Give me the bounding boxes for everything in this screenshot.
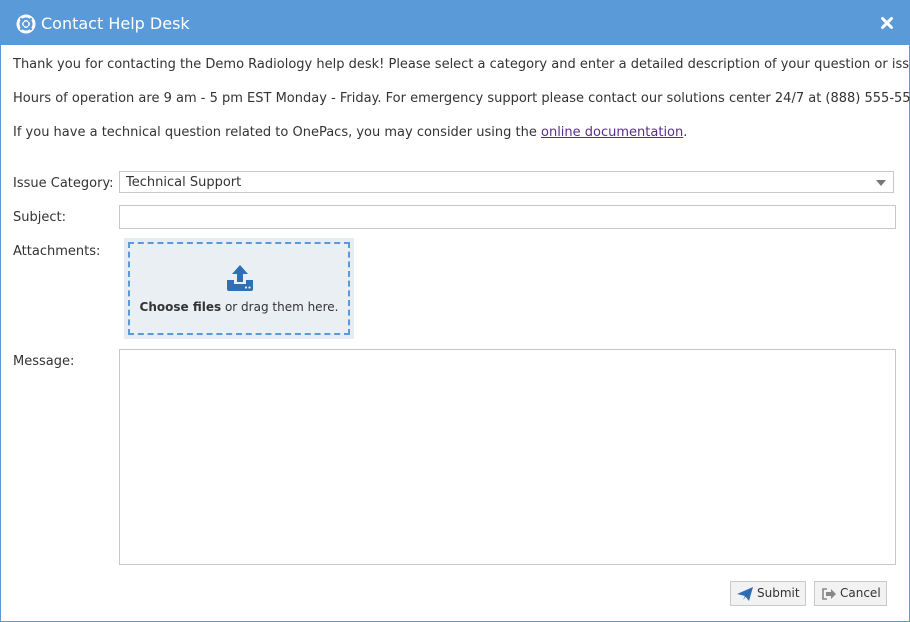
issue-category-label: Issue Category: (13, 176, 114, 191)
subject-input[interactable] (119, 205, 896, 229)
docs-prefix: If you have a technical question related… (13, 125, 541, 140)
intro-line-thanks: Thank you for contacting the Demo Radiol… (13, 57, 910, 72)
help-desk-dialog: Contact Help Desk Thank you for contacti… (0, 0, 910, 622)
upload-icon (227, 265, 253, 291)
dropzone-text: Choose files or drag them here. (130, 299, 348, 315)
dialog-title: Contact Help Desk (41, 14, 190, 33)
sign-out-icon (822, 588, 836, 600)
cancel-label: Cancel (840, 586, 881, 600)
dialog-titlebar: Contact Help Desk (1, 1, 909, 45)
issue-category-select[interactable]: Technical Support (119, 171, 894, 193)
attachments-label: Attachments: (13, 244, 101, 259)
message-textarea[interactable] (119, 349, 896, 565)
drag-hint: or drag them here. (221, 300, 339, 314)
online-documentation-link[interactable]: online documentation (541, 125, 683, 140)
lifebuoy-icon (16, 14, 36, 34)
chevron-down-icon (876, 180, 886, 186)
intro-line-hours: Hours of operation are 9 am - 5 pm EST M… (13, 91, 910, 106)
attachments-dropzone[interactable]: Choose files or drag them here. (128, 242, 350, 335)
intro-line-docs: If you have a technical question related… (13, 124, 687, 142)
subject-label: Subject: (13, 210, 66, 225)
docs-suffix: . (683, 125, 688, 140)
close-icon[interactable] (877, 12, 897, 34)
message-label: Message: (13, 354, 75, 369)
choose-files-label[interactable]: Choose files (140, 300, 222, 314)
submit-button[interactable]: Submit (730, 581, 806, 606)
paper-plane-icon (737, 587, 753, 601)
cancel-button[interactable]: Cancel (814, 581, 887, 606)
submit-label: Submit (757, 586, 800, 600)
issue-category-value: Technical Support (126, 175, 242, 190)
